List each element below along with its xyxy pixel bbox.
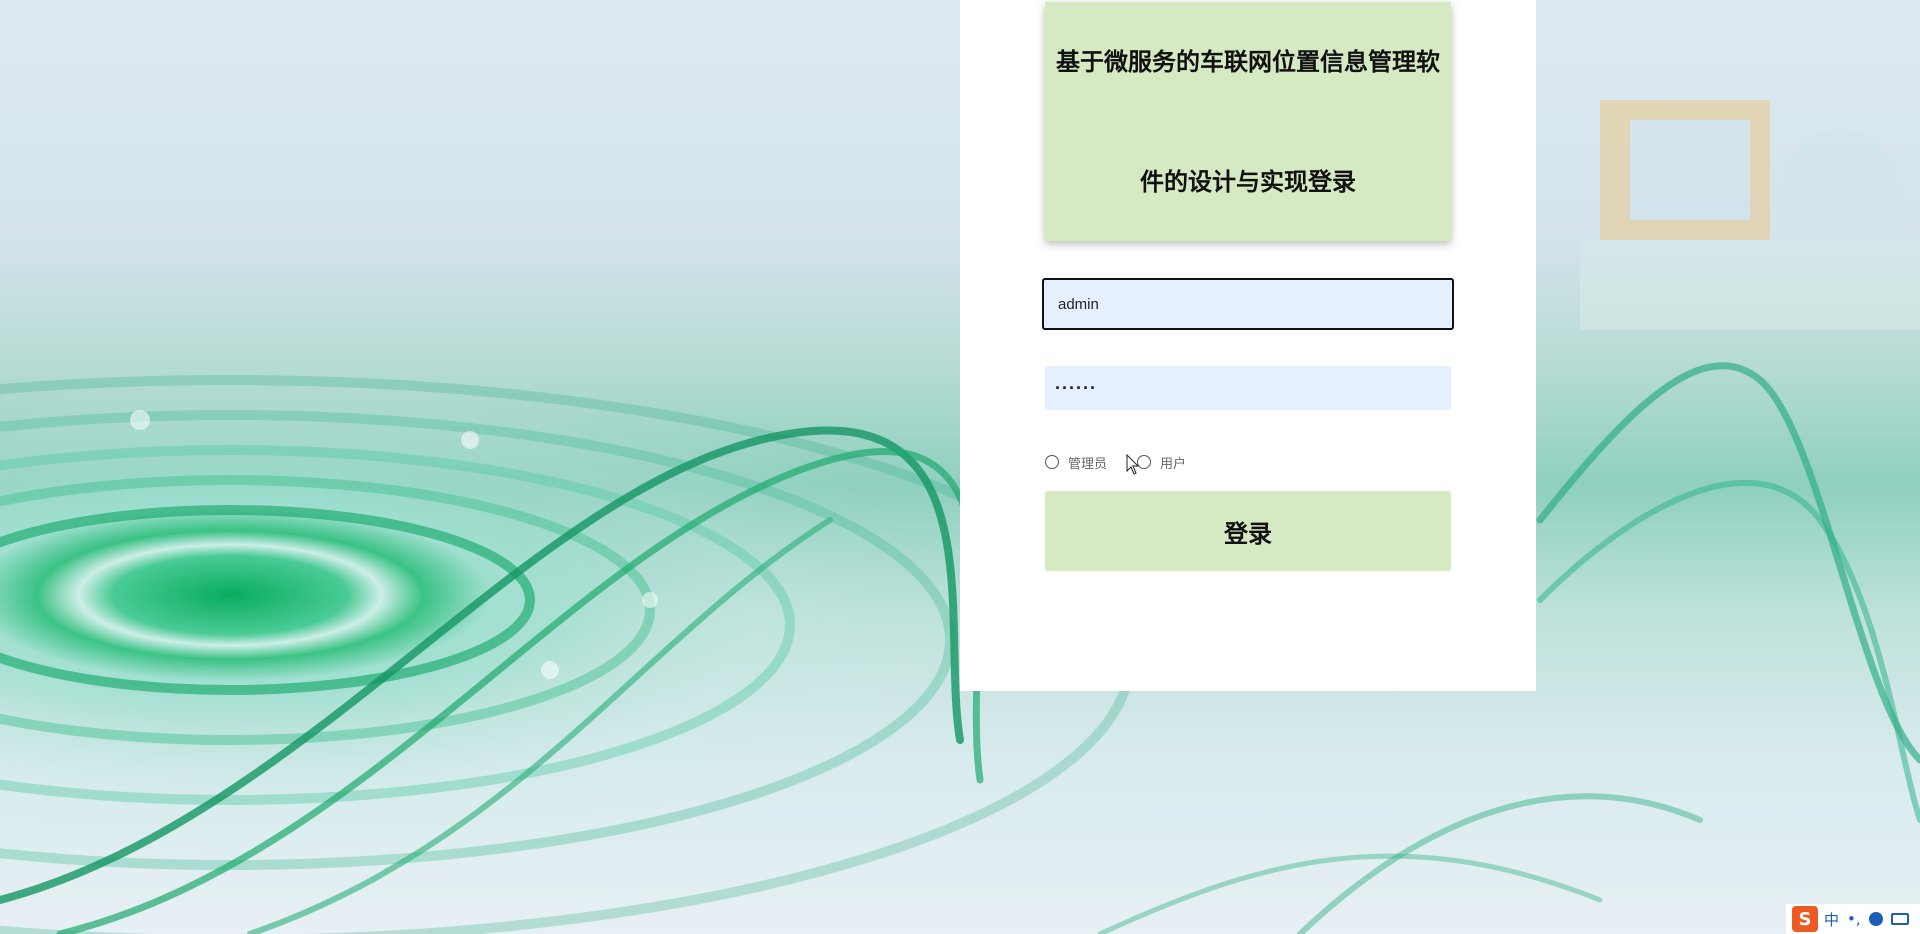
role-radio-admin[interactable]: [1045, 455, 1059, 469]
keyboard-icon[interactable]: [1890, 913, 1909, 925]
password-input[interactable]: [1045, 366, 1451, 410]
ime-mode-toggle[interactable]: 中: [1824, 909, 1839, 930]
username-input[interactable]: [1042, 278, 1454, 330]
role-label-admin: 管理员: [1068, 456, 1108, 472]
ime-punctuation-toggle[interactable]: •,: [1847, 910, 1861, 928]
role-label-user: 用户: [1160, 456, 1187, 472]
title-banner: 基于微服务的车联网位置信息管理软件的设计与实现登录: [1045, 2, 1451, 241]
ime-toolbar[interactable]: S 中 •,: [1786, 904, 1920, 934]
login-button[interactable]: 登录: [1045, 491, 1451, 571]
ime-logo-icon[interactable]: S: [1792, 906, 1818, 932]
mouse-cursor-icon: [1126, 454, 1140, 475]
login-panel: 基于微服务的车联网位置信息管理软件的设计与实现登录 管理员 用户 登录: [960, 0, 1536, 691]
role-selector: 管理员 用户: [1045, 452, 1186, 472]
smiley-icon[interactable]: [1868, 912, 1883, 926]
page-title: 基于微服务的车联网位置信息管理软件的设计与实现登录: [1056, 47, 1440, 196]
